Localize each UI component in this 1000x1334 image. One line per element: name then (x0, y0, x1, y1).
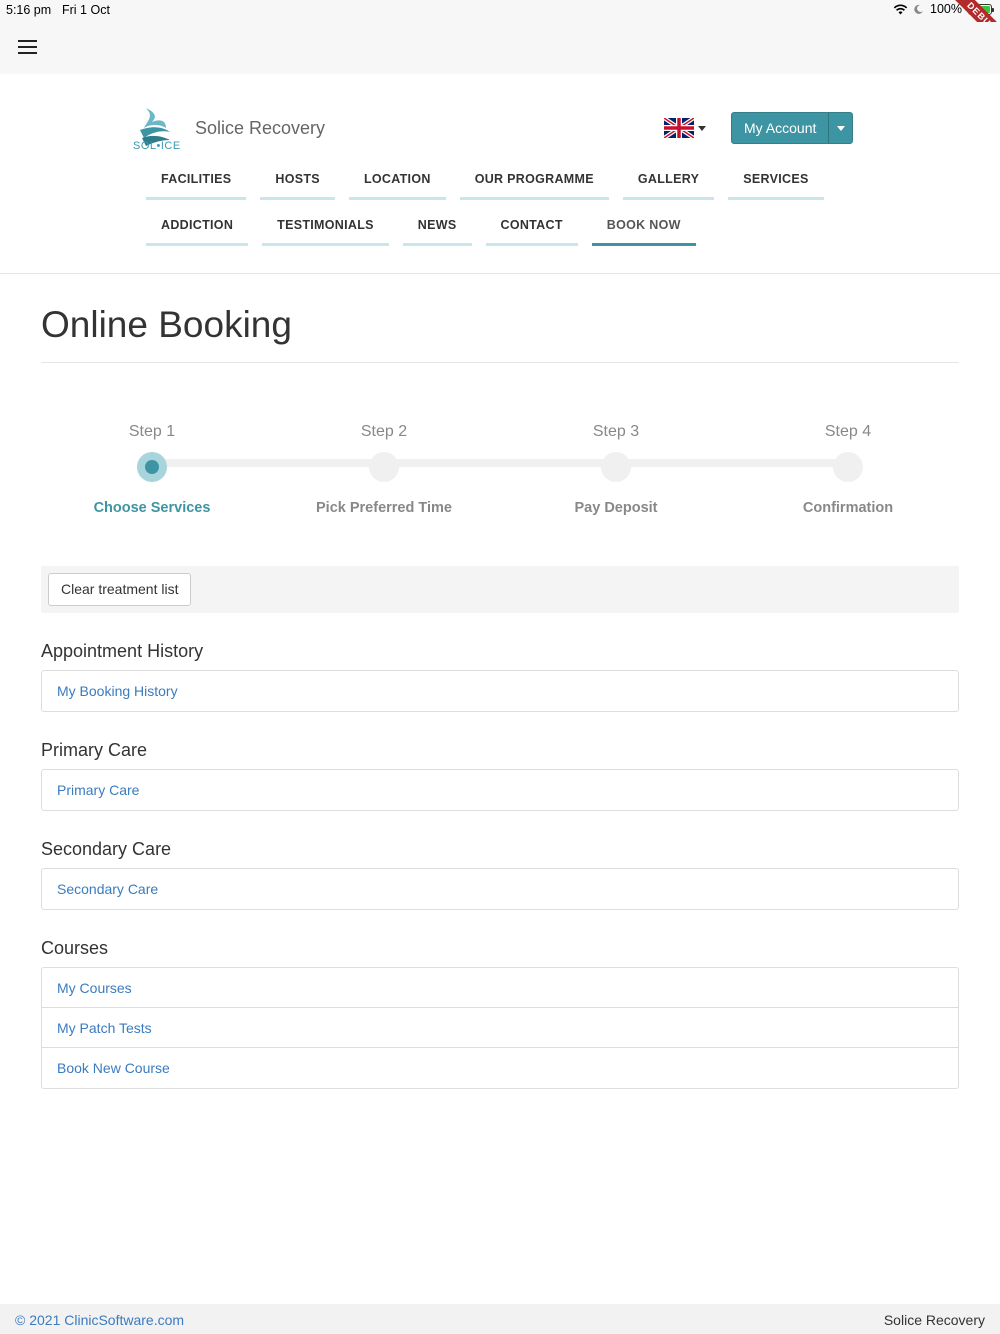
list-item-my-courses[interactable]: My Courses (42, 968, 958, 1008)
step-name: Pick Preferred Time (316, 500, 452, 516)
clear-treatment-list-button[interactable]: Clear treatment list (48, 573, 192, 606)
section-title-courses: Courses (41, 938, 109, 958)
my-account-button[interactable]: My Account (732, 113, 828, 143)
account-dropdown-toggle[interactable] (828, 113, 852, 143)
section-title-primary-care: Primary Care (41, 740, 148, 760)
chevron-down-icon (698, 125, 706, 131)
footer: © 2021 ClinicSoftware.com Solice Recover… (0, 1304, 1000, 1334)
status-time: 5:16 pm (6, 3, 52, 17)
step-name: Pay Deposit (574, 500, 658, 516)
step-4[interactable]: Step 4 Confirmation (768, 423, 928, 516)
app-bar (0, 22, 1000, 74)
step-indicator (833, 452, 863, 482)
nav-book-now[interactable]: BOOK NOW (591, 218, 696, 246)
battery-percent: 100% (930, 2, 962, 16)
section-title-secondary-care: Secondary Care (41, 839, 172, 859)
step-indicator (601, 452, 631, 482)
stepper-track (152, 459, 847, 467)
nav-location[interactable]: LOCATION (348, 172, 446, 200)
list-item-my-patch-tests[interactable]: My Patch Tests (42, 1008, 958, 1048)
list-item-book-new-course[interactable]: Book New Course (42, 1048, 958, 1088)
moon-icon (914, 4, 924, 14)
wifi-icon (893, 4, 908, 14)
status-date: Fri 1 Oct (62, 3, 110, 17)
step-1[interactable]: Step 1 Choose Services (72, 423, 232, 516)
chevron-down-icon (836, 125, 845, 131)
step-number: Step 3 (592, 423, 640, 440)
step-name: Confirmation (802, 500, 894, 516)
nav-hosts[interactable]: HOSTS (260, 172, 335, 200)
nav-news[interactable]: NEWS (402, 218, 472, 246)
nav-addiction[interactable]: ADDICTION (146, 218, 249, 246)
step-name: Choose Services (93, 500, 211, 516)
step-indicator (137, 452, 167, 482)
logo-text: SOL•ICE (133, 140, 181, 152)
step-2[interactable]: Step 2 Pick Preferred Time (304, 423, 464, 516)
list-item-my-booking-history[interactable]: My Booking History (42, 671, 958, 711)
treatment-toolbar: Clear treatment list (41, 566, 959, 613)
booking-stepper: Step 1 Choose Services Step 2 Pick Prefe… (41, 423, 959, 573)
nav-services[interactable]: SERVICES (728, 172, 824, 200)
primary-care-list: Primary Care (41, 769, 959, 811)
footer-brand: Solice Recovery (883, 1312, 985, 1328)
main-content: Online Booking Step 1 Choose Services St… (41, 274, 959, 1089)
hamburger-menu-icon[interactable] (18, 40, 37, 54)
list-item-primary-care[interactable]: Primary Care (42, 770, 958, 810)
brand-name: Solice Recovery (195, 118, 326, 138)
nav-contact[interactable]: CONTACT (485, 218, 578, 246)
step-number: Step 1 (128, 423, 176, 440)
nav-testimonials[interactable]: TESTIMONIALS (262, 218, 389, 246)
nav-facilities[interactable]: FACILITIES (146, 172, 247, 200)
status-bar: 5:16 pm Fri 1 Oct 100% DEBUG (0, 0, 1000, 51)
list-item-secondary-care[interactable]: Secondary Care (42, 869, 958, 909)
nav-gallery[interactable]: GALLERY (622, 172, 715, 200)
nav-row-1: FACILITIES HOSTS LOCATION OUR PROGRAMME … (146, 172, 838, 200)
site-header: SOL•ICE Solice Recovery My Account FACIL… (0, 74, 1000, 274)
step-3[interactable]: Step 3 Pay Deposit (536, 423, 696, 516)
uk-flag-icon (664, 118, 694, 138)
language-selector[interactable] (664, 118, 706, 138)
section-title-appointment-history: Appointment History (41, 641, 204, 661)
step-indicator (369, 452, 399, 482)
nav-row-2: ADDICTION TESTIMONIALS NEWS CONTACT BOOK… (146, 218, 710, 246)
footer-copyright-link[interactable]: © 2021 ClinicSoftware.com (15, 1312, 184, 1328)
step-number: Step 4 (824, 423, 872, 440)
step-number: Step 2 (360, 423, 408, 440)
nav-our-programme[interactable]: OUR PROGRAMME (459, 172, 609, 200)
page-title: Online Booking (41, 304, 959, 363)
secondary-care-list: Secondary Care (41, 868, 959, 910)
appointment-history-list: My Booking History (41, 670, 959, 712)
courses-list: My Courses My Patch Tests Book New Cours… (41, 967, 959, 1089)
my-account-button-group: My Account (731, 112, 854, 144)
